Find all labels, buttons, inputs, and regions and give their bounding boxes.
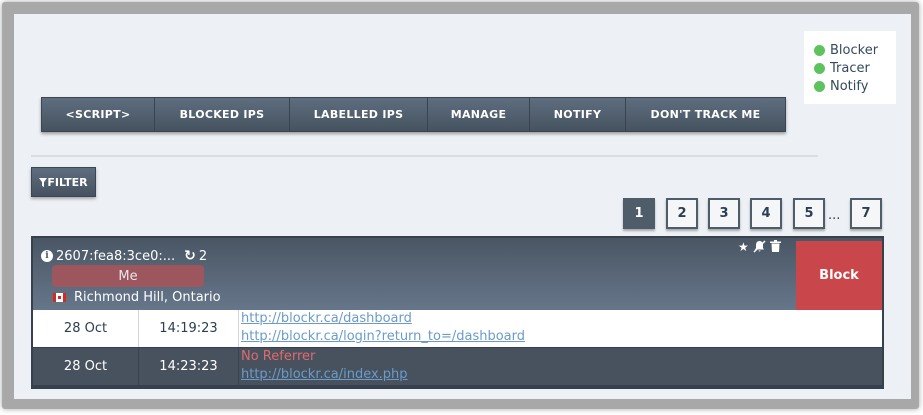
page-button-1[interactable]: 1	[623, 198, 655, 229]
visitor-label[interactable]: Me	[52, 265, 204, 287]
visitor-header: i 2607:fea8:3ce0:... ↻ 2 Me Richmond Hil…	[33, 238, 882, 310]
status-label: Tracer	[830, 61, 870, 76]
main-nav: <SCRIPT> BLOCKED IPS LABELLED IPS MANAGE…	[41, 97, 786, 132]
page-button-3[interactable]: 3	[708, 198, 740, 229]
location-text: Richmond Hill, Ontario	[74, 290, 221, 305]
status-blocker: Blocker	[814, 43, 878, 58]
page-button-2[interactable]: 2	[666, 198, 698, 229]
visit-date: 28 Oct	[63, 359, 108, 374]
visitor-ip: i 2607:fea8:3ce0:... ↻ 2	[41, 248, 207, 264]
visit-link[interactable]: http://blockr.ca/login?return_to=/dashbo…	[241, 328, 525, 346]
status-label: Blocker	[830, 43, 879, 58]
visitor-tools: ★	[738, 240, 781, 254]
status-label: Notify	[830, 79, 869, 94]
visit-row: 28 Oct 14:23:23 No Referrer http://block…	[33, 348, 882, 385]
visit-link[interactable]: http://blockr.ca/dashboard	[241, 310, 525, 328]
refresh-icon: ↻	[184, 248, 196, 264]
status-dot-icon	[814, 81, 825, 92]
visit-time: 14:23:23	[138, 348, 238, 385]
block-button[interactable]: Block	[796, 241, 882, 310]
canada-flag-icon	[53, 293, 66, 302]
visit-links: No Referrer http://blockr.ca/index.php	[238, 348, 408, 385]
ip-address[interactable]: 2607:fea8:3ce0:...	[56, 249, 175, 264]
nav-item-blocked-ips[interactable]: BLOCKED IPS	[155, 98, 290, 131]
info-icon[interactable]: i	[41, 250, 53, 262]
visit-link[interactable]: http://blockr.ca/index.php	[241, 366, 408, 384]
status-dot-icon	[814, 45, 825, 56]
status-tracer: Tracer	[814, 61, 870, 76]
star-icon[interactable]: ★	[738, 240, 749, 254]
trash-icon[interactable]	[769, 240, 781, 252]
divider	[31, 155, 818, 157]
nav-item-dont-track-me[interactable]: DON'T TRACK ME	[626, 98, 785, 131]
nav-item-script[interactable]: <SCRIPT>	[42, 98, 155, 131]
status-panel: Blocker Tracer Notify	[804, 31, 896, 104]
page-button-5[interactable]: 5	[793, 198, 825, 229]
status-dot-icon	[814, 63, 825, 74]
referrer-text: No Referrer	[241, 349, 316, 364]
visit-links: http://blockr.ca/dashboard http://blockr…	[238, 310, 525, 347]
page-button-4[interactable]: 4	[750, 198, 782, 229]
nav-item-labelled-ips[interactable]: LABELLED IPS	[290, 98, 428, 131]
visitor-card: i 2607:fea8:3ce0:... ↻ 2 Me Richmond Hil…	[31, 236, 884, 389]
nav-item-notify[interactable]: NOTIFY	[530, 98, 626, 131]
visitor-location: Richmond Hill, Ontario	[53, 290, 221, 305]
filter-button[interactable]: FILTER	[31, 167, 96, 197]
page-button-7[interactable]: 7	[850, 198, 882, 229]
filter-icon	[39, 177, 48, 187]
visit-count: 2	[198, 248, 208, 264]
nav-item-manage[interactable]: MANAGE	[428, 98, 530, 131]
visit-time: 14:19:23	[138, 310, 238, 347]
visit-date: 28 Oct	[63, 321, 108, 336]
status-notify: Notify	[814, 79, 868, 94]
pagination-ellipsis: ...	[828, 208, 841, 223]
mute-bell-icon[interactable]	[753, 240, 766, 253]
filter-label: FILTER	[47, 175, 88, 189]
visit-row: 28 Oct 14:19:23 http://blockr.ca/dashboa…	[33, 310, 882, 347]
